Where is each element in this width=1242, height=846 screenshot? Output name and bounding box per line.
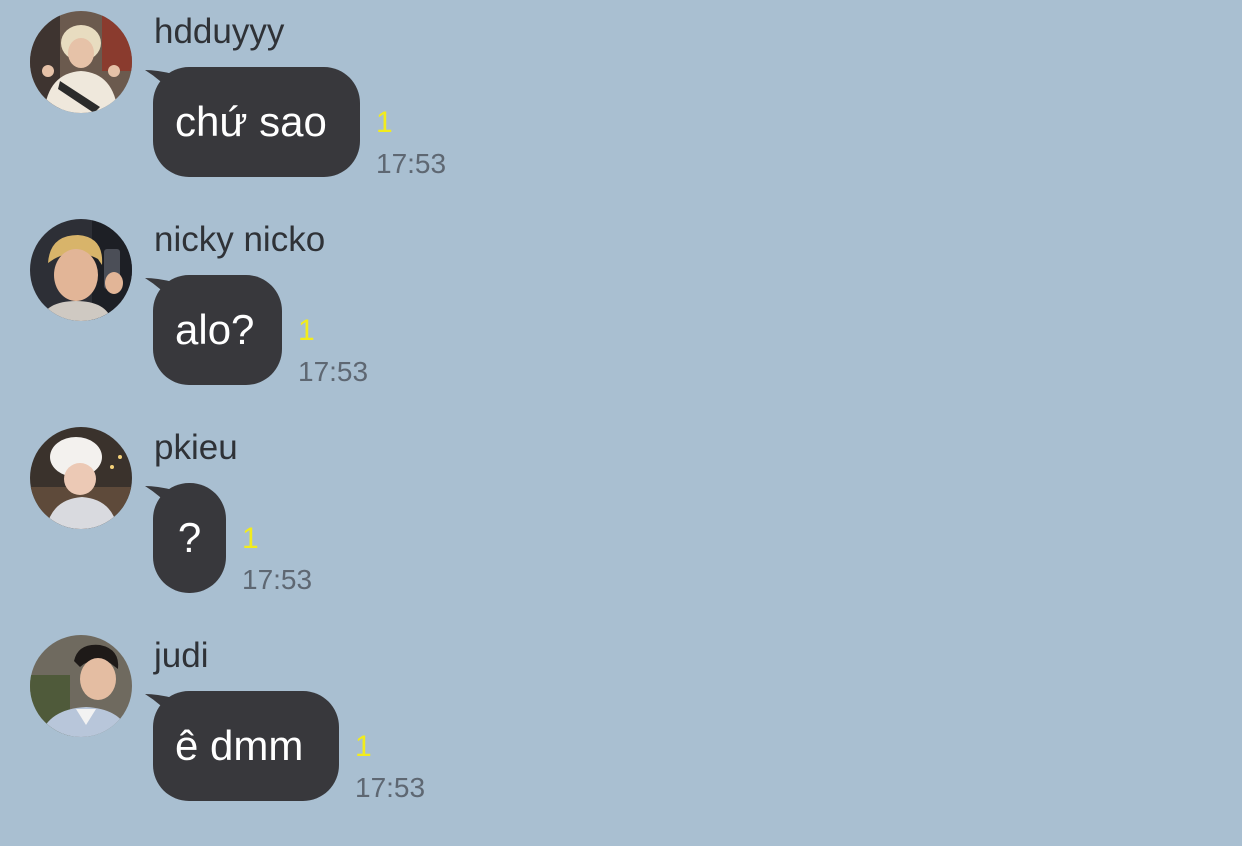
message-time: 17:53 [298, 356, 369, 387]
chat-message: judi ê dmm 1 17:53 [0, 624, 1242, 824]
sender-name: judi [154, 636, 209, 675]
user-photo-icon [30, 219, 132, 321]
sender-name: nicky nicko [154, 220, 326, 259]
message-text: ? [177, 514, 202, 561]
chat-message: nicky nicko alo? 1 17:53 [0, 208, 1242, 408]
unread-count: 1 [355, 730, 372, 763]
sender-name: pkieu [154, 428, 238, 467]
user-photo-icon [30, 11, 132, 113]
avatar[interactable] [30, 635, 132, 737]
user-photo-icon [30, 635, 132, 737]
chat-message: hdduyyy chứ sao 1 17:53 [0, 0, 1242, 200]
message-bubble[interactable]: ? [153, 483, 226, 593]
message-text: chứ sao [175, 98, 327, 145]
message-text: alo? [175, 306, 255, 353]
avatar[interactable] [30, 11, 132, 113]
avatar[interactable] [30, 219, 132, 321]
sender-name: hdduyyy [154, 12, 285, 51]
message-text: ê dmm [175, 722, 304, 769]
unread-count: 1 [298, 314, 315, 347]
unread-count: 1 [242, 522, 259, 555]
chat-message: pkieu ? 1 17:53 [0, 416, 1242, 616]
avatar[interactable] [30, 427, 132, 529]
message-time: 17:53 [376, 148, 447, 179]
message-time: 17:53 [355, 772, 426, 803]
unread-count: 1 [376, 106, 393, 139]
message-bubble[interactable]: alo? [153, 275, 282, 385]
message-bubble[interactable]: chứ sao [153, 67, 360, 177]
message-time: 17:53 [242, 564, 313, 595]
message-bubble[interactable]: ê dmm [153, 691, 339, 801]
user-photo-icon [30, 427, 132, 529]
